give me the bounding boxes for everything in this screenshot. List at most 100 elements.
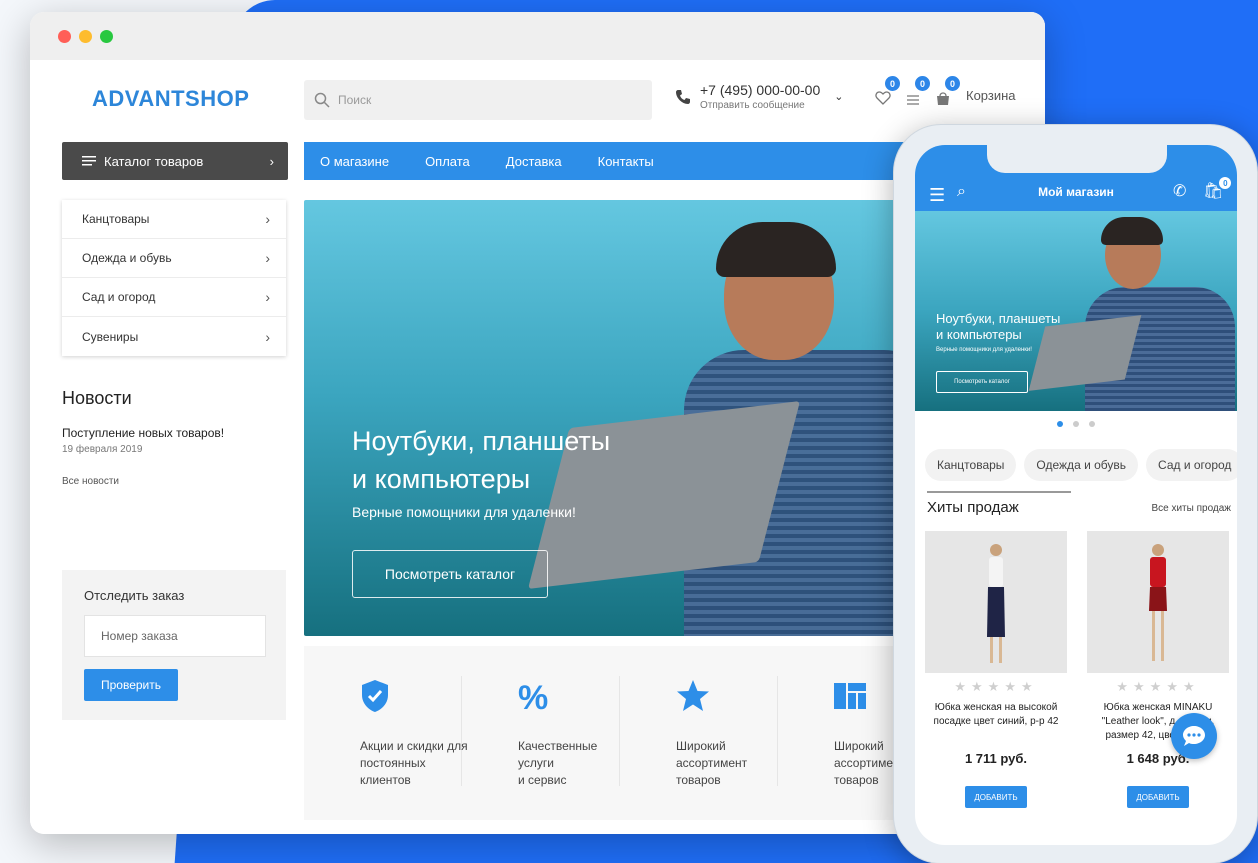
all-news-link[interactable]: Все новости [62, 476, 119, 487]
cart-badge: 0 [945, 76, 960, 91]
product-image[interactable] [925, 531, 1067, 673]
catalog-button[interactable]: Каталог товаров › [62, 142, 288, 180]
cart-label[interactable]: Корзина [966, 88, 1016, 103]
chevron-right-icon: › [265, 250, 270, 266]
chat-bubble-icon [1183, 726, 1205, 746]
grid-icon [834, 683, 866, 709]
all-bestsellers-link[interactable]: Все хиты продаж [1151, 503, 1231, 514]
feature-text: постоянных [360, 756, 426, 770]
carousel-dot-active[interactable] [1057, 421, 1063, 427]
compare-button[interactable]: 0 [902, 76, 930, 106]
view-catalog-button[interactable]: Посмотреть каталог [352, 550, 548, 598]
order-number-input[interactable]: Номер заказа [84, 615, 266, 657]
category-chip[interactable]: Сад и огород [1146, 449, 1237, 481]
chevron-right-icon: › [269, 153, 274, 169]
hero-banner[interactable]: Ноутбуки, планшеты и компьютеры Верные п… [304, 200, 904, 636]
chat-button[interactable] [1171, 713, 1217, 759]
shield-check-icon [362, 680, 388, 712]
carousel-dots [915, 421, 1237, 427]
category-chip[interactable]: Канцтовары [925, 449, 1017, 481]
chevron-down-icon[interactable]: ⌄ [834, 90, 843, 103]
rating-stars[interactable]: ★★★★★ [925, 679, 1067, 695]
product-price: 1 711 руб. [964, 751, 1028, 766]
feature-text: Качественные [518, 739, 598, 753]
phone-contact[interactable]: +7 (495) 000-00-00 Отправить сообщение ⌄ [674, 82, 843, 111]
mobile-hero-subtitle: Верные помощники для удаленки! [936, 347, 1032, 353]
feature-item: Акции и скидки для постоянных клиентов [304, 676, 468, 787]
news-item-link[interactable]: Поступление новых товаров! [62, 426, 224, 440]
send-message-link[interactable]: Отправить сообщение [700, 100, 820, 111]
hero-person-hair [1101, 217, 1163, 245]
category-item[interactable]: Одежда и обувь › [62, 239, 286, 278]
category-item[interactable]: Сад и огород › [62, 278, 286, 317]
nav-about[interactable]: О магазине [320, 154, 389, 169]
mobile-hero-title-line2: и компьютеры [936, 327, 1022, 342]
wishlist-badge: 0 [885, 76, 900, 91]
check-order-button[interactable]: Проверить [84, 669, 178, 701]
search-input[interactable]: Поиск [304, 80, 652, 120]
phone-notch [987, 145, 1167, 173]
search-icon [314, 92, 330, 108]
heart-icon [875, 91, 891, 105]
news-date: 19 февраля 2019 [62, 444, 143, 455]
product-card[interactable]: ★★★★★ Юбка женская MINAKU "Leather look"… [1087, 531, 1229, 808]
rating-stars[interactable]: ★★★★★ [1087, 679, 1229, 695]
order-number-placeholder: Номер заказа [101, 629, 178, 643]
percent-icon: % [518, 679, 548, 713]
minimize-window-dot[interactable] [79, 29, 92, 43]
nav-payment[interactable]: Оплата [425, 154, 470, 169]
cart-icon [937, 92, 949, 105]
chevron-right-icon: › [265, 289, 270, 305]
hero-title: Ноутбуки, планшеты и компьютеры [352, 422, 682, 498]
cart-icon[interactable]: 🛍 0 [1203, 177, 1232, 201]
feature-text: клиентов [360, 773, 411, 787]
mobile-store-title[interactable]: Мой магазин [915, 185, 1237, 199]
top-nav: О магазине Оплата Доставка Контакты [304, 142, 904, 180]
close-window-dot[interactable] [58, 29, 71, 43]
feature-text: товаров [676, 773, 721, 787]
carousel-dot[interactable] [1089, 421, 1095, 427]
carousel-dot[interactable] [1073, 421, 1079, 427]
nav-delivery[interactable]: Доставка [506, 154, 562, 169]
bestsellers-heading: Хиты продаж [927, 499, 1019, 516]
feature-text: Широкий [676, 739, 726, 753]
category-item[interactable]: Канцтовары › [62, 200, 286, 239]
hamburger-icon [82, 156, 96, 166]
mobile-view-catalog-button[interactable]: Посмотреть каталог [936, 371, 1028, 393]
category-label: Канцтовары [82, 212, 150, 226]
hero-subtitle: Верные помощники для удаленки! [352, 504, 576, 520]
logo[interactable]: ADVANTSHOP [92, 86, 249, 112]
search-placeholder: Поиск [338, 93, 372, 107]
category-label: Сувениры [82, 329, 139, 344]
mobile-screen: ☰ ⌕ Мой магазин ✆ 🛍 0 Ноутбуки, планшеты … [915, 145, 1237, 845]
cart-button[interactable]: 0 [932, 76, 960, 106]
add-to-cart-button[interactable]: ДОБАВИТЬ [965, 786, 1027, 808]
phone-number[interactable]: +7 (495) 000-00-00 [700, 82, 820, 98]
mobile-hero-banner[interactable]: Ноутбуки, планшеты и компьютеры Верные п… [915, 211, 1237, 411]
mobile-device: ☰ ⌕ Мой магазин ✆ 🛍 0 Ноутбуки, планшеты … [893, 124, 1258, 863]
mobile-hero-title: Ноутбуки, планшеты и компьютеры [936, 311, 1086, 343]
phone-icon [676, 89, 690, 104]
compare-icon [907, 95, 919, 105]
category-item[interactable]: Сувениры › [62, 317, 286, 356]
feature-text: услуги [518, 756, 554, 770]
phone-icon[interactable]: ✆ [1173, 181, 1186, 201]
add-to-cart-button[interactable]: ДОБАВИТЬ [1127, 786, 1189, 808]
category-chip[interactable]: Одежда и обувь [1024, 449, 1139, 481]
wishlist-button[interactable]: 0 [872, 76, 900, 106]
nav-contacts[interactable]: Контакты [598, 154, 654, 169]
product-card[interactable]: ★★★★★ Юбка женская на высокой посадке цв… [925, 531, 1067, 808]
track-order-panel: Отследить заказ Номер заказа Проверить [62, 570, 286, 720]
hero-title-line2: и компьютеры [352, 464, 531, 494]
mobile-hero-title-line1: Ноутбуки, планшеты [936, 311, 1061, 326]
track-order-title: Отследить заказ [84, 588, 185, 603]
hero-person-hair [716, 222, 836, 277]
feature-item: Широкий ассортимент товаров [620, 676, 778, 787]
chevron-right-icon: › [265, 211, 270, 227]
catalog-button-label: Каталог товаров [104, 153, 204, 169]
product-image[interactable] [1087, 531, 1229, 673]
star-icon [677, 680, 709, 711]
news-heading: Новости [62, 388, 132, 408]
maximize-window-dot[interactable] [100, 29, 113, 43]
product-name[interactable]: Юбка женская на высокой посадке цвет син… [925, 701, 1067, 745]
